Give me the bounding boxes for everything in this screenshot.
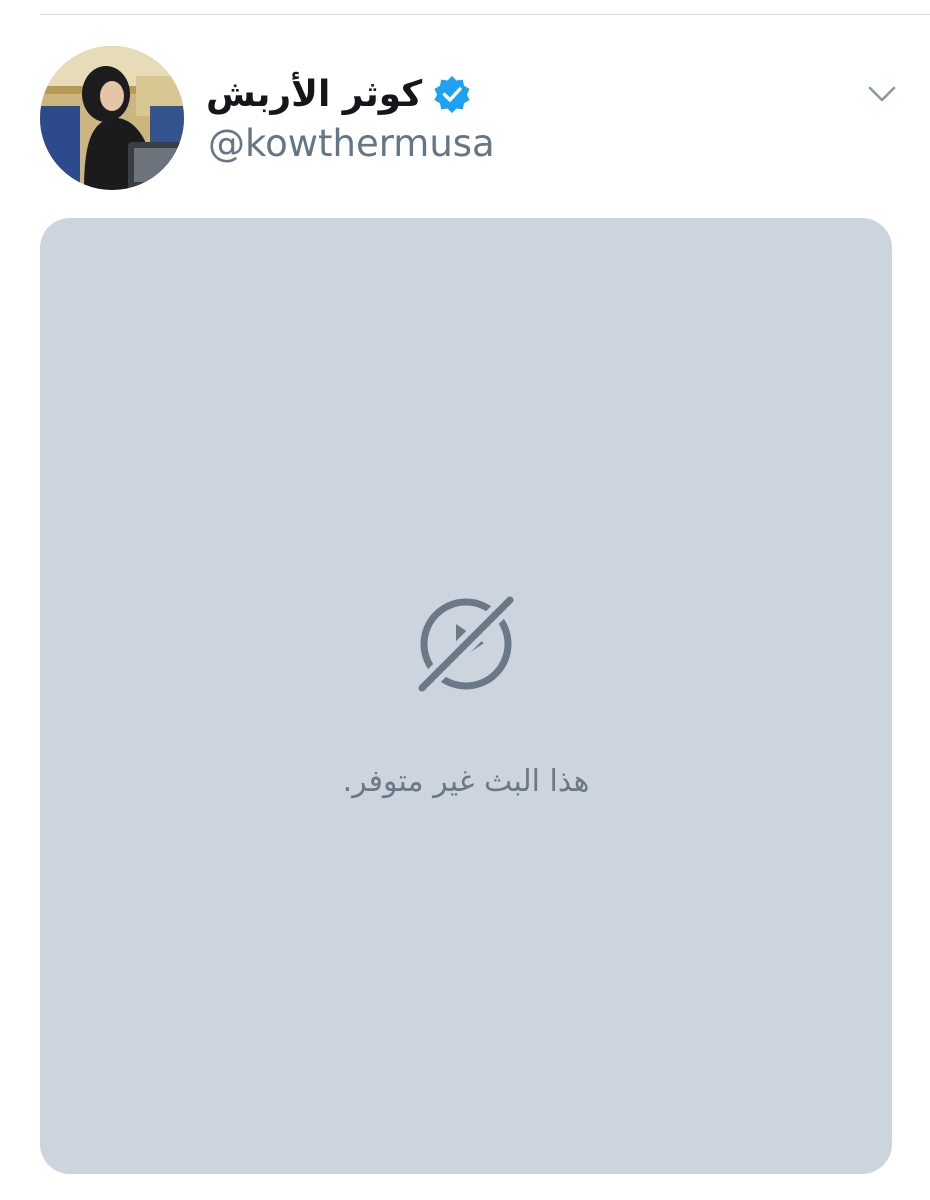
broadcast-unavailable-message: هذا البث غير متوفر. [342,764,590,799]
top-divider [40,14,930,15]
broadcast-unavailable-icon [413,591,519,697]
avatar[interactable] [40,46,184,190]
author-name-row[interactable]: كوثر الأربش [206,66,472,122]
media-card[interactable]: هذا البث غير متوفر. [40,218,892,1174]
tweet-header: كوثر الأربش @kowthermusa [40,46,910,196]
avatar-image [40,46,184,190]
verified-badge-icon [432,74,472,114]
author-display-name[interactable]: كوثر الأربش [206,74,422,115]
author-handle[interactable]: @kowthermusa [208,122,495,165]
chevron-down-icon[interactable] [864,76,900,112]
